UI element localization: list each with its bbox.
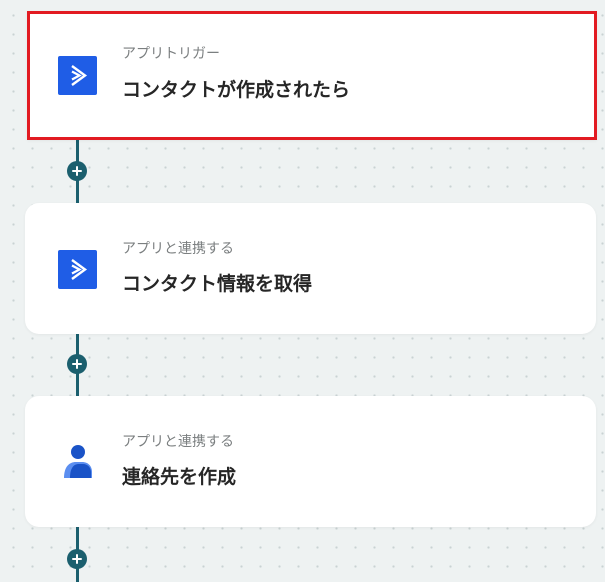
person-contact-icon (58, 441, 97, 483)
step-type-label: アプリと連携する (122, 434, 234, 450)
flow-step-trigger[interactable] (27, 11, 597, 140)
plus-icon (72, 166, 82, 176)
plus-icon (72, 554, 82, 564)
step-title: コンタクト情報を取得 (122, 273, 313, 295)
add-step-button[interactable] (67, 161, 87, 181)
arrow-app-icon (58, 250, 97, 289)
step-type-label: アプリと連携する (122, 241, 234, 257)
plus-icon (72, 359, 82, 369)
step-title: コンタクトが作成されたら (122, 79, 351, 101)
step-title: 連絡先を作成 (122, 466, 237, 488)
flow-step-get-contact[interactable] (25, 203, 596, 334)
step-type-label: アプリトリガー (122, 46, 220, 62)
add-step-button[interactable] (67, 354, 87, 374)
add-step-button[interactable] (67, 549, 87, 569)
arrow-app-icon (58, 56, 97, 95)
flow-step-create-contact[interactable] (25, 396, 596, 527)
